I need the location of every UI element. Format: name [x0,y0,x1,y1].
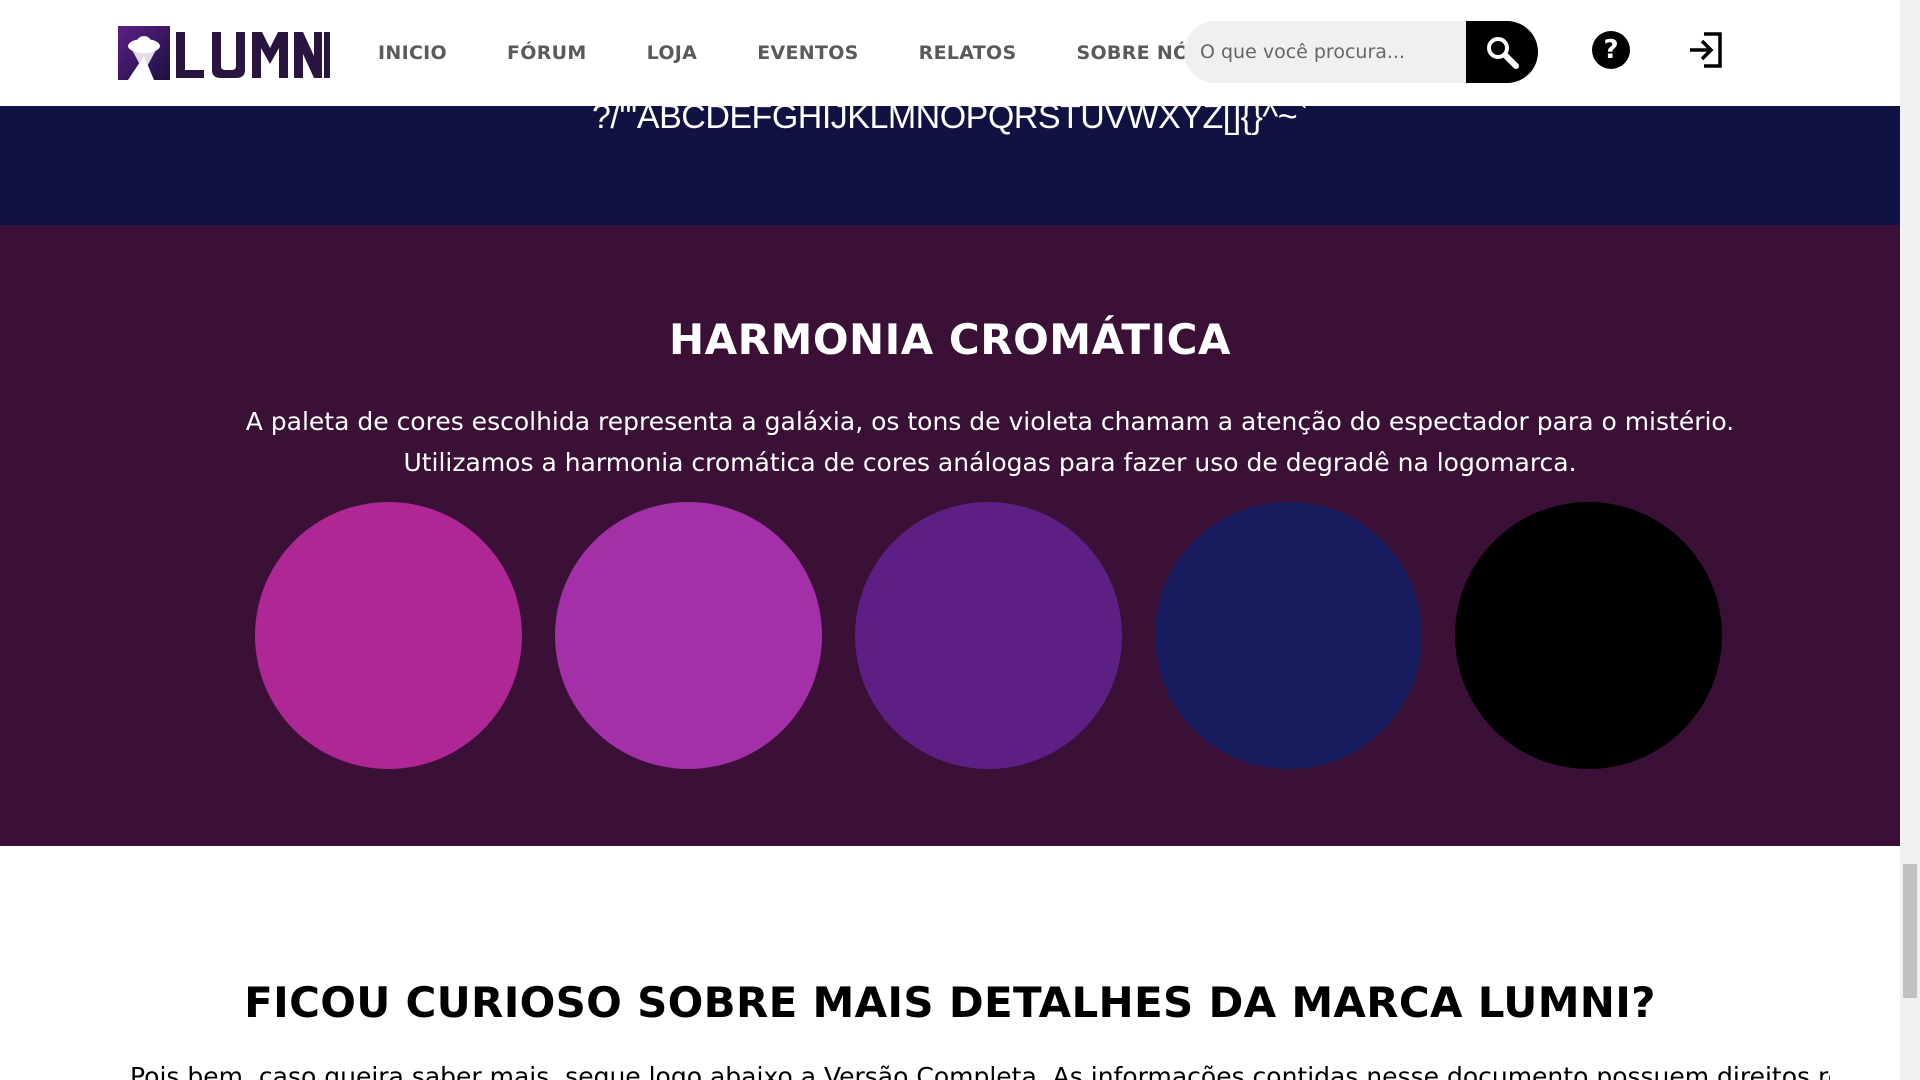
search-button[interactable] [1466,21,1538,83]
top-navbar: INICIO FÓRUM LOJA EVENTOS RELATOS SOBRE … [0,0,1900,106]
page-content: INICIO FÓRUM LOJA EVENTOS RELATOS SOBRE … [0,0,1900,1080]
search-input[interactable] [1184,21,1466,83]
search-bar [1184,21,1538,83]
help-icon[interactable]: ? [1592,31,1630,69]
search-icon [1487,37,1519,69]
color-swatch-navy [1155,502,1422,769]
typography-section: ?/"'ABCDEFGHIJKLMNOPQRSTUVWXYZ[]{}^~` [0,98,1900,225]
brand-details-text: Pois bem, caso queira saber mais, segue … [130,1062,1830,1080]
scrollbar-thumb[interactable] [1903,864,1917,998]
login-icon[interactable] [1686,30,1726,70]
color-swatch-magenta [255,502,522,769]
harmony-description: A paleta de cores escolhida representa a… [245,407,1735,477]
nav-item-inicio[interactable]: INICIO [378,42,447,64]
color-swatch-black [1455,502,1722,769]
color-swatches [255,502,1725,770]
nav-item-relatos[interactable]: RELATOS [919,42,1017,64]
harmony-title: HARMONIA CROMÁTICA [669,315,1231,364]
brand-details-title: FICOU CURIOSO SOBRE MAIS DETALHES DA MAR… [244,978,1656,1027]
harmony-section: HARMONIA CROMÁTICA A paleta de cores esc… [0,225,1900,846]
nav-item-loja[interactable]: LOJA [647,42,698,64]
page: INICIO FÓRUM LOJA EVENTOS RELATOS SOBRE … [0,0,1920,1080]
brand-details-section: FICOU CURIOSO SOBRE MAIS DETALHES DA MAR… [0,846,1900,1080]
ufo-logo-icon [118,26,330,80]
color-swatch-violet [855,502,1122,769]
page-scrollbar[interactable] [1900,0,1920,1080]
nav-item-forum[interactable]: FÓRUM [507,42,587,64]
nav-item-eventos[interactable]: EVENTOS [757,42,858,64]
login-arrow-icon [1690,32,1722,68]
color-swatch-orchid [555,502,822,769]
main-nav: INICIO FÓRUM LOJA EVENTOS RELATOS SOBRE … [378,0,1203,106]
brand-logo[interactable] [118,26,330,80]
